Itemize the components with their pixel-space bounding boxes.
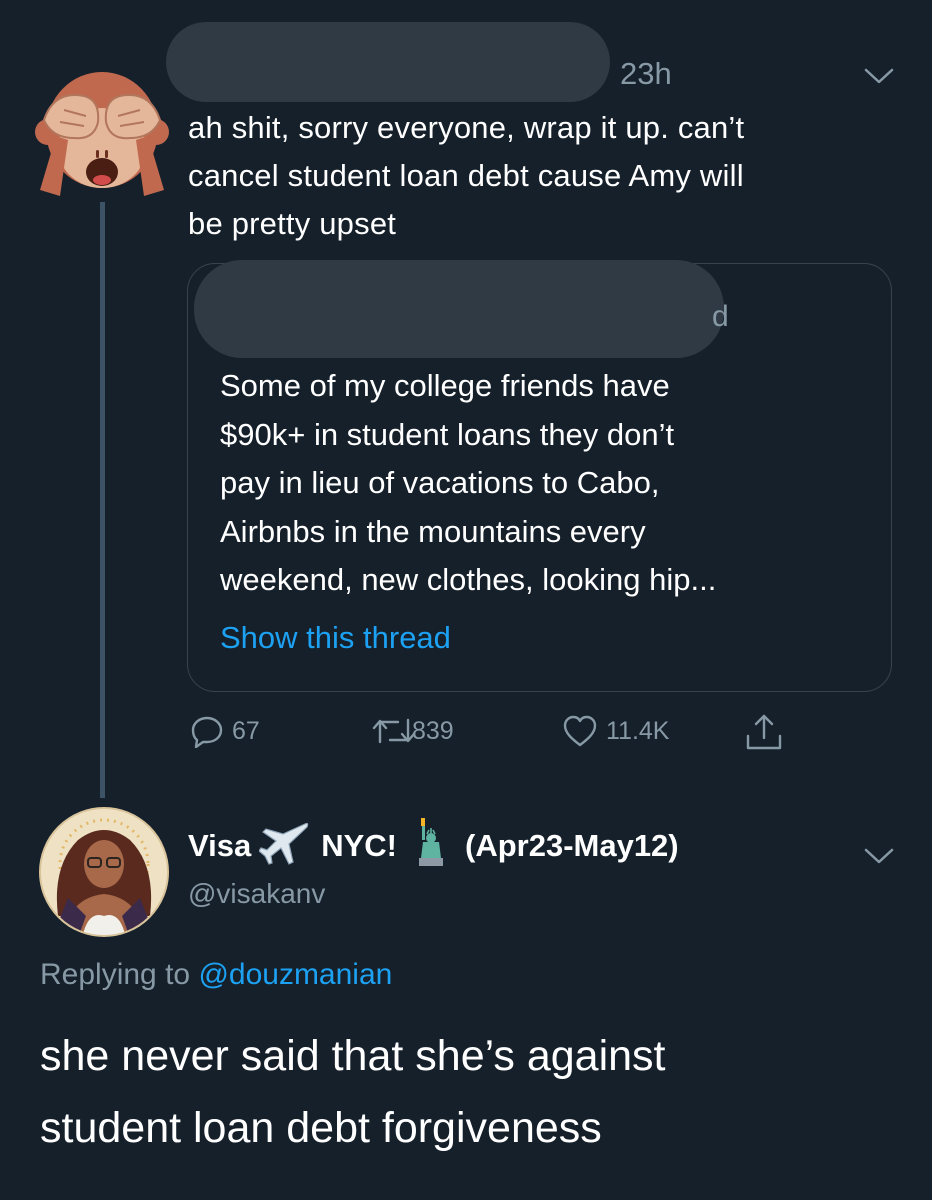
show-thread-link[interactable]: Show this thread bbox=[220, 616, 451, 660]
quoted-text-line: pay in lieu of vacations to Cabo, bbox=[220, 465, 660, 500]
airplane-icon bbox=[258, 818, 311, 874]
reply-text: she never said that she’s against studen… bbox=[40, 1020, 920, 1164]
see-no-evil-monkey-icon[interactable] bbox=[34, 60, 170, 196]
avatar[interactable] bbox=[38, 806, 170, 938]
tweet-text-line: be pretty upset bbox=[188, 206, 397, 241]
reply-text-line: she never said that she’s against bbox=[40, 1032, 666, 1080]
quoted-tweet-card[interactable]: d Some of my college friends have $90k+ … bbox=[187, 260, 892, 692]
tweet-text: ah shit, sorry everyone, wrap it up. can… bbox=[188, 104, 908, 248]
replying-to-handle[interactable]: @douzmanian bbox=[198, 958, 392, 991]
redacted-quoted-author bbox=[194, 260, 724, 358]
like-action[interactable]: 11.4K bbox=[562, 714, 669, 748]
statue-of-liberty-icon bbox=[411, 816, 451, 876]
tweet-text-line: cancel student loan debt cause Amy will bbox=[188, 158, 744, 193]
reply-icon bbox=[190, 714, 224, 748]
heart-icon bbox=[562, 714, 598, 748]
share-icon[interactable] bbox=[744, 712, 784, 757]
quoted-text-line: $90k+ in student loans they don’t bbox=[220, 416, 675, 452]
display-name-part: (Apr23-May12) bbox=[465, 828, 679, 863]
retweet-count: 839 bbox=[412, 716, 454, 745]
tweet-2[interactable]: Visa NYC! (Apr23-May12) @visakanv Replyi… bbox=[0, 790, 932, 1200]
display-name-part: NYC! bbox=[321, 828, 397, 863]
reply-text-line: student loan debt forgiveness bbox=[40, 1104, 602, 1152]
redacted-author-name bbox=[166, 22, 610, 102]
replying-to-label: Replying to bbox=[40, 958, 191, 991]
quoted-partial-char: d bbox=[712, 300, 729, 333]
thread-line bbox=[100, 202, 105, 798]
like-count: 11.4K bbox=[606, 716, 670, 745]
quoted-text-line: Airbnbs in the mountains every bbox=[220, 513, 646, 549]
retweet-icon bbox=[372, 714, 416, 748]
reply-count: 67 bbox=[232, 716, 260, 745]
tweet-timestamp[interactable]: 23h bbox=[620, 54, 672, 94]
reply-action[interactable]: 67 bbox=[190, 714, 260, 748]
quoted-text-line: Some of my college friends have bbox=[220, 368, 670, 403]
tweet-text-line: ah shit, sorry everyone, wrap it up. can… bbox=[188, 110, 745, 145]
display-name[interactable]: Visa NYC! (Apr23-May12) bbox=[188, 818, 679, 868]
display-name-part: Visa bbox=[188, 828, 252, 863]
user-handle[interactable]: @visakanv bbox=[188, 878, 325, 910]
quoted-tweet-text: Some of my college friends have $90k+ in… bbox=[220, 362, 880, 605]
quoted-text-line: weekend, new clothes, looking hip... bbox=[220, 562, 717, 597]
chevron-down-icon[interactable] bbox=[862, 844, 896, 868]
replying-to: Replying to @douzmanian bbox=[40, 958, 392, 992]
chevron-down-icon[interactable] bbox=[862, 64, 896, 88]
tweet-1[interactable]: 23h ah shit, sorry everyone, wrap it up.… bbox=[0, 0, 932, 798]
retweet-action[interactable]: 839 bbox=[372, 714, 454, 748]
